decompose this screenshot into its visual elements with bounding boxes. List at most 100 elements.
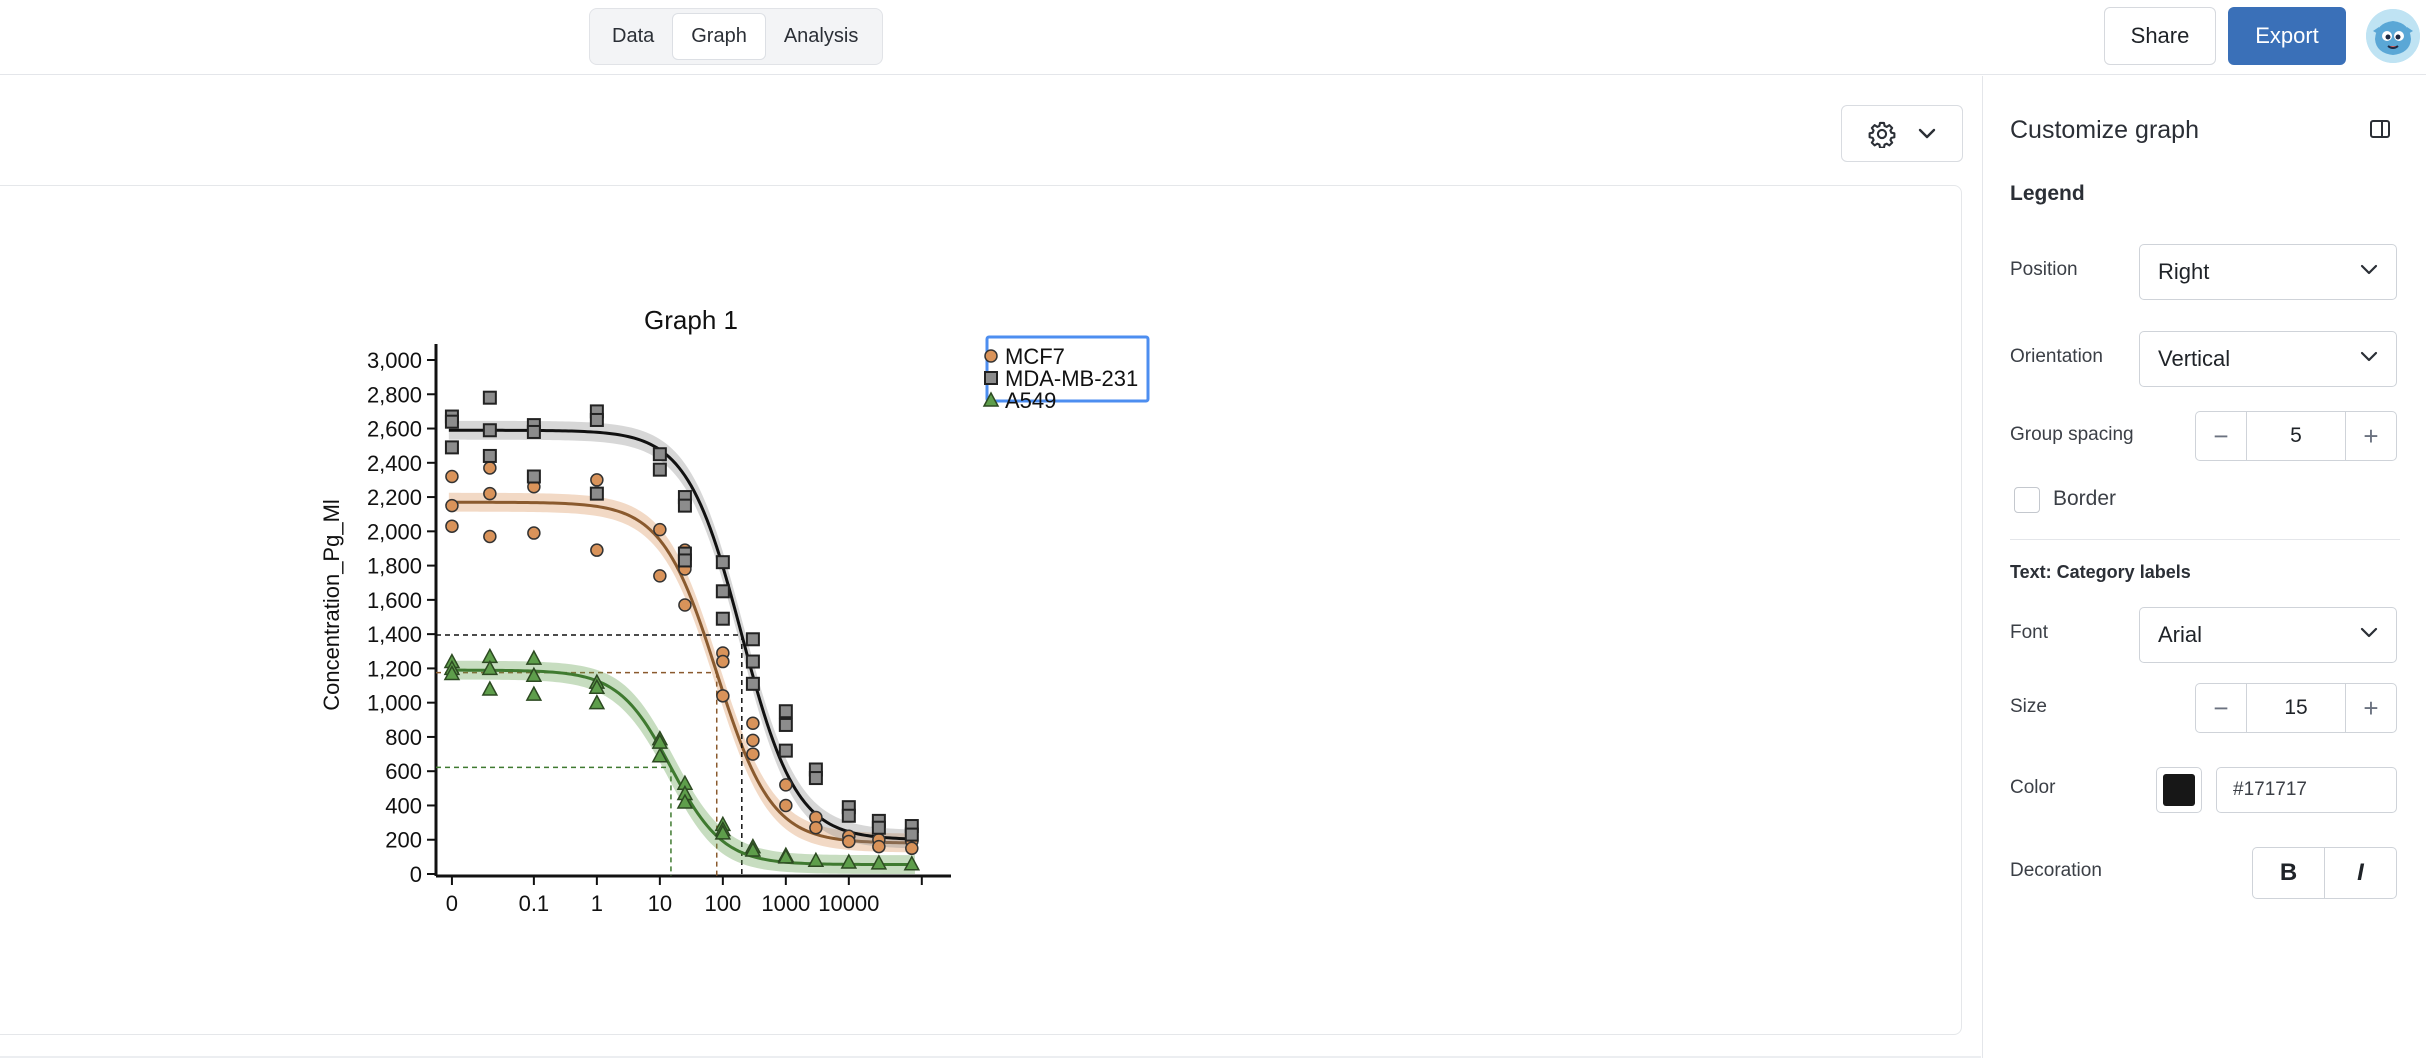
data-point-circle [809, 820, 823, 835]
data-point-circle [872, 839, 886, 854]
data-point-circle [527, 526, 541, 540]
x-tick-label: 1000 [761, 891, 810, 916]
legend-marker-square [984, 371, 998, 385]
y-tick-label: 600 [385, 759, 422, 784]
dose-response-chart: Graph 1 Concentration_Pg_Ml 0 200 400 600 80… [319, 305, 1150, 916]
y-tick-label: 0 [410, 862, 422, 887]
group-spacing-stepper: − 5 + [2195, 411, 2397, 461]
legend[interactable]: MCF7MDA-MB-231A549 [982, 335, 1150, 413]
data-point-circle [653, 522, 667, 537]
graph-workspace: Graph 1 Concentration_Pg_Ml 0 200 400 600 80… [0, 76, 1981, 1058]
chart-title: Graph 1 [644, 305, 738, 335]
x-tick-label: 100 [704, 891, 741, 916]
size-decrement-button[interactable]: − [2196, 684, 2246, 732]
x-tick-label: 10000 [818, 891, 879, 916]
tab-analysis[interactable]: Analysis [766, 13, 876, 60]
group-spacing-label: Group spacing [2010, 424, 2134, 445]
data-point-square [482, 423, 497, 438]
x-tick-label: 10 [648, 891, 672, 916]
avatar-icon [2366, 9, 2420, 63]
data-point-circle [842, 834, 856, 849]
x-tick-label: 1 [591, 891, 603, 916]
group-spacing-input[interactable]: 5 [2246, 412, 2346, 460]
data-point-circle [746, 733, 760, 748]
group-spacing-decrement-button[interactable]: − [2196, 412, 2246, 460]
tab-data[interactable]: Data [594, 13, 672, 60]
gear-icon [1868, 121, 1896, 148]
share-button[interactable]: Share [2104, 7, 2216, 65]
x-tick-label: 0.1 [519, 891, 550, 916]
data-point-square [745, 676, 760, 691]
color-swatch-button[interactable] [2156, 767, 2202, 813]
chevron-down-icon [2360, 264, 2378, 275]
legend-orientation-select[interactable]: Vertical [2139, 331, 2397, 387]
data-point-circle [653, 569, 667, 583]
font-value: Arial [2158, 622, 2203, 647]
customize-sidebar: Customize graph Legend Position Right Or… [1982, 76, 2426, 1058]
data-point-square [652, 462, 667, 477]
bold-button[interactable]: B [2253, 848, 2325, 898]
font-select[interactable]: Arial [2139, 607, 2397, 663]
tab-graph[interactable]: Graph [672, 13, 766, 60]
data-point-square [745, 654, 760, 669]
panel-collapse-icon[interactable] [2369, 118, 2391, 140]
y-tick-label: 1,200 [367, 656, 422, 681]
data-point-square [715, 584, 730, 599]
data-point-square [677, 498, 692, 513]
x-tick-label: 0 [446, 891, 458, 916]
border-checkbox[interactable] [2014, 487, 2040, 513]
data-point-circle [779, 778, 793, 792]
view-tabs: Data Graph Analysis [589, 8, 883, 65]
export-button[interactable]: Export [2228, 7, 2346, 65]
legend-item-label[interactable]: A549 [1005, 388, 1056, 413]
chevron-down-icon [2360, 627, 2378, 638]
y-tick-label: 800 [385, 725, 422, 750]
y-tick-label: 1,800 [367, 554, 422, 579]
size-increment-button[interactable]: + [2346, 684, 2396, 732]
legend-marker-circle [984, 349, 998, 363]
data-point-square [904, 827, 919, 842]
y-tick-label: 1,400 [367, 622, 422, 647]
y-tick-label: 200 [385, 828, 422, 853]
data-point-circle [716, 689, 730, 703]
legend-position-select[interactable]: Right [2139, 244, 2397, 300]
decoration-toggle-group: B I [2252, 847, 2397, 899]
y-tick-label: 2,200 [367, 485, 422, 510]
data-point-square [482, 390, 497, 405]
y-tick-label: 400 [385, 793, 422, 818]
legend-orientation-value: Vertical [2158, 346, 2231, 371]
size-stepper: − 15 + [2195, 683, 2397, 733]
y-axis-label: Concentration_Pg_Ml [319, 499, 344, 711]
data-point-circle [445, 519, 459, 533]
y-tick-label: 2,600 [367, 417, 422, 442]
data-point-circle [779, 798, 793, 813]
sidebar-title: Customize graph [2010, 116, 2199, 144]
top-bar: Data Graph Analysis Share Export [0, 0, 2426, 75]
data-point-square [444, 440, 459, 455]
y-tick-label: 2,400 [367, 451, 422, 476]
data-point-circle [590, 473, 604, 487]
data-point-circle [445, 498, 459, 513]
data-point-circle [746, 747, 760, 761]
data-point-square [778, 717, 793, 732]
data-point-square [715, 555, 730, 570]
data-point-square [589, 486, 604, 501]
data-point-circle [590, 543, 604, 557]
data-point-circle [905, 841, 919, 856]
data-point-square [482, 448, 497, 463]
y-tick-label: 1,000 [367, 691, 422, 716]
y-tick-label: 3,000 [367, 348, 422, 373]
text-section-heading: Text: Category labels [2010, 562, 2191, 582]
chevron-down-icon [2360, 351, 2378, 362]
legend-position-value: Right [2158, 259, 2210, 284]
italic-button[interactable]: I [2325, 848, 2396, 898]
color-label: Color [2010, 777, 2056, 798]
data-point-square [871, 820, 886, 835]
color-hex-input[interactable]: #171717 [2216, 767, 2397, 813]
chevron-down-icon [1918, 128, 1936, 138]
data-point-square [677, 553, 692, 568]
size-input[interactable]: 15 [2246, 684, 2346, 732]
group-spacing-increment-button[interactable]: + [2346, 412, 2396, 460]
graph-settings-button[interactable] [1841, 105, 1963, 162]
avatar[interactable] [2366, 9, 2420, 63]
